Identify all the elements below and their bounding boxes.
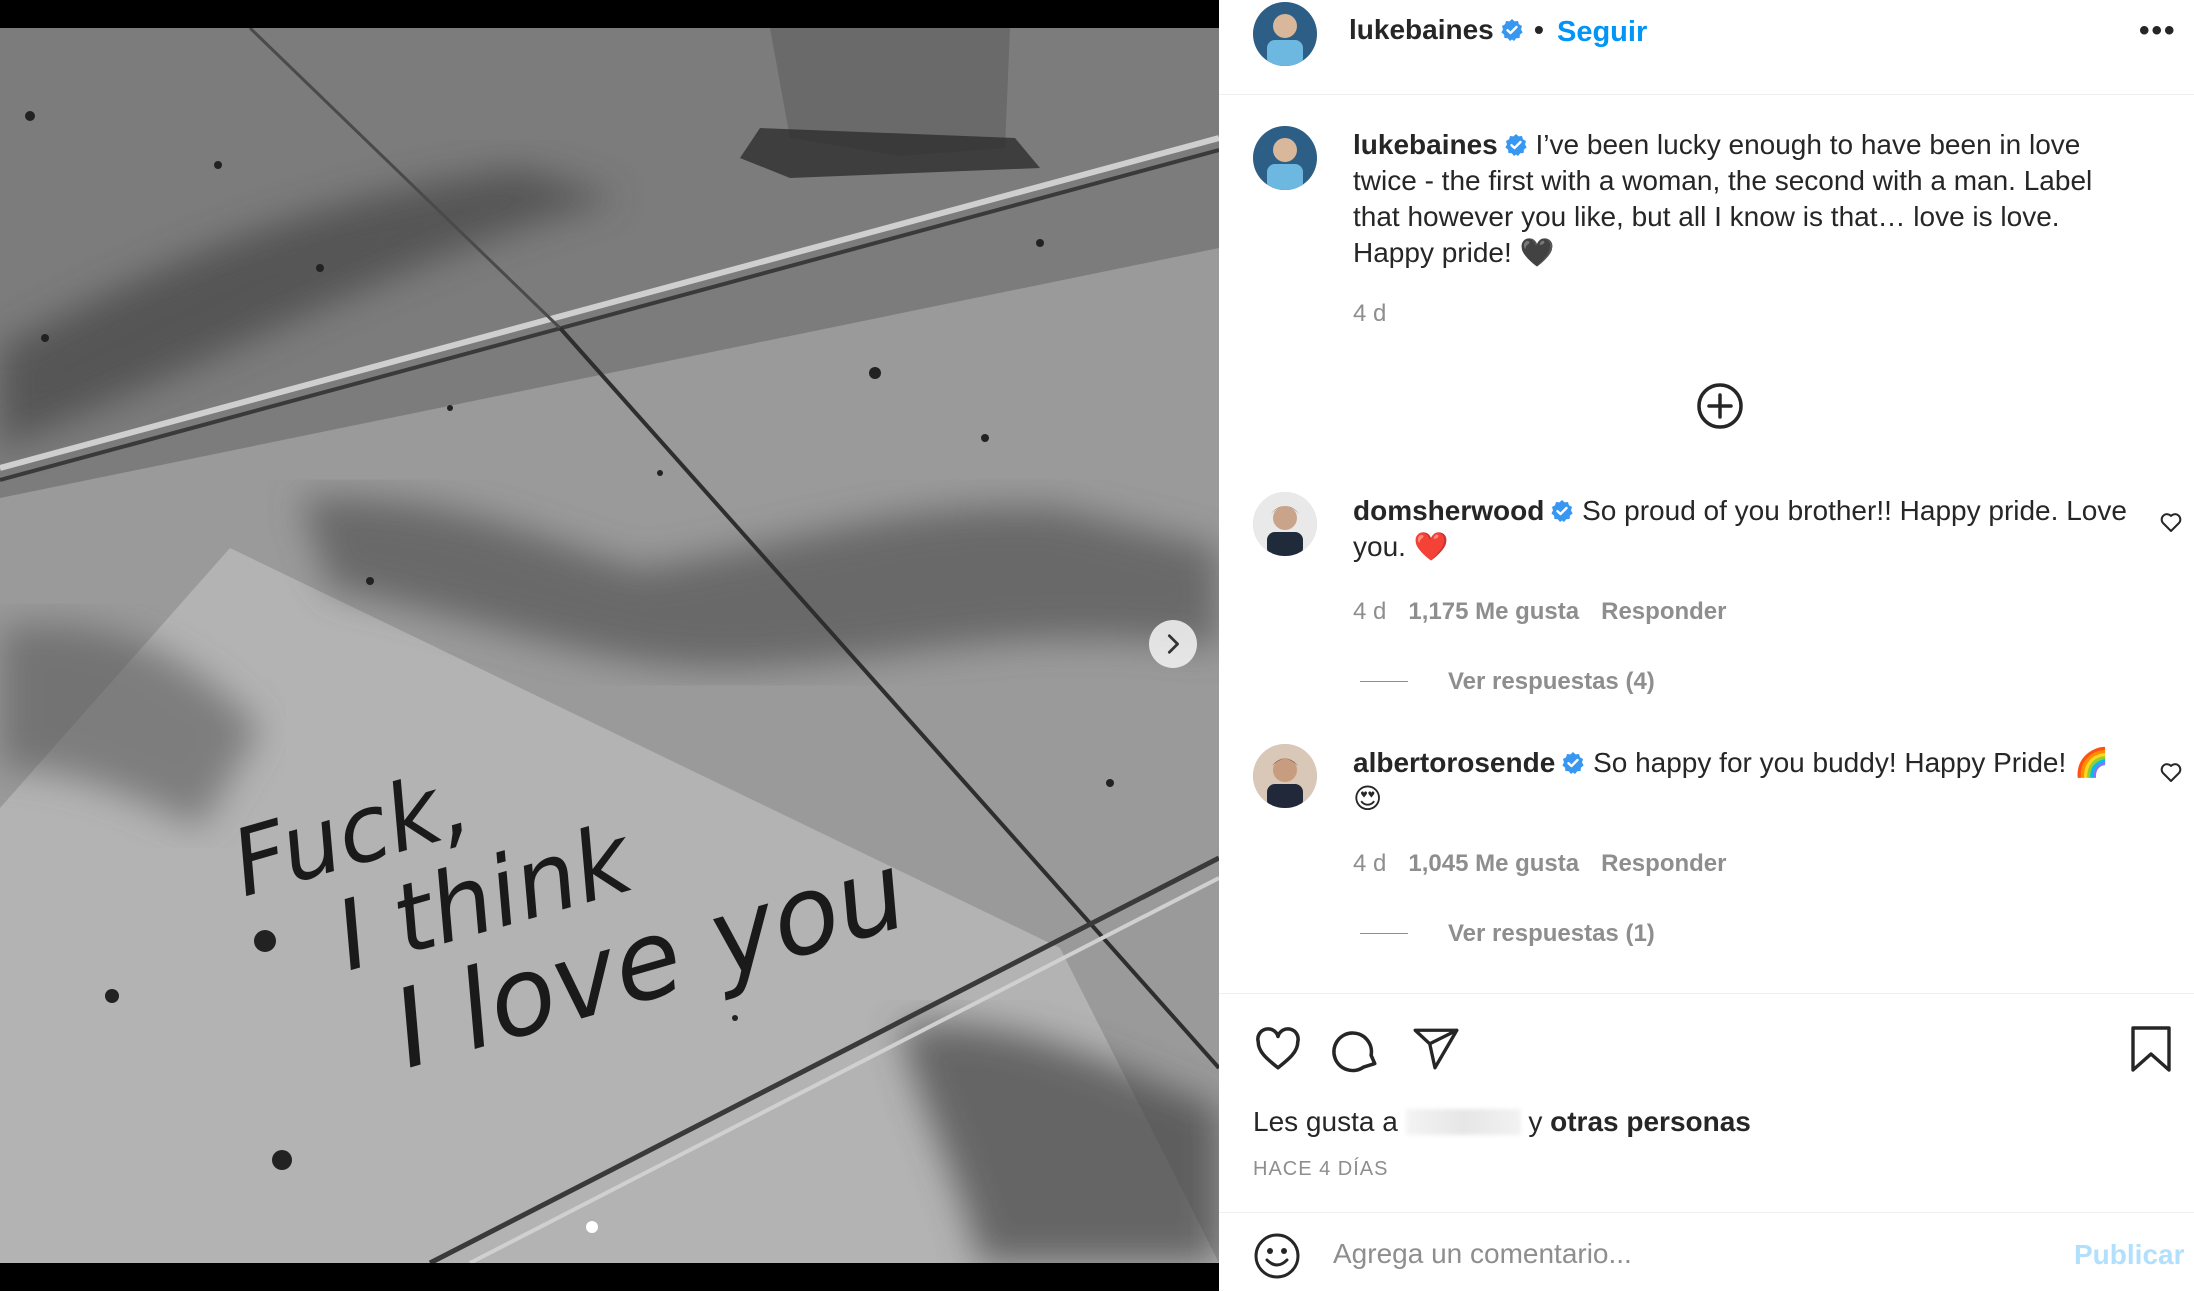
replies-divider	[1360, 933, 1408, 934]
verified-badge-icon	[1505, 134, 1527, 156]
author-avatar[interactable]	[1253, 2, 1317, 66]
comment-text: albertorosende So happy for you buddy! H…	[1353, 745, 2133, 817]
caption-text: lukebaines I’ve been lucky enough to hav…	[1353, 127, 2133, 271]
view-replies-label: Ver respuestas (4)	[1448, 668, 1655, 695]
emoji-button[interactable]	[1253, 1232, 1301, 1285]
heart-icon	[1256, 1027, 1300, 1070]
likes-conjunction: y	[1528, 1106, 1543, 1137]
likes-prefix: Les gusta a	[1253, 1106, 1398, 1137]
likes-summary: Les gusta a y otras personas	[1253, 1106, 1751, 1138]
heart-icon	[2160, 513, 2182, 532]
emoji-icon	[1254, 1233, 1300, 1279]
comment-meta: 4 d 1,175 Me gusta Responder	[1353, 598, 1748, 626]
carousel-dot-active	[586, 1221, 598, 1233]
publish-button[interactable]: Publicar	[2074, 1239, 2184, 1271]
share-button[interactable]	[1411, 1024, 1461, 1079]
post-media: Fuck, I think I love you	[0, 0, 1219, 1291]
view-replies-button[interactable]: Ver respuestas (1)	[1360, 920, 1655, 948]
comment-time[interactable]: 4 d	[1353, 850, 1386, 877]
chevron-right-icon	[1167, 634, 1179, 654]
comment-like-button[interactable]	[2159, 760, 2183, 789]
caption-username[interactable]: lukebaines	[1353, 129, 1498, 160]
caption-time[interactable]: 4 d	[1353, 300, 1386, 327]
comment-composer: Publicar	[1219, 1212, 2194, 1292]
heart-icon	[2160, 763, 2182, 782]
avatar-image	[1253, 126, 1317, 190]
view-replies-button[interactable]: Ver respuestas (4)	[1360, 668, 1655, 696]
header-separator: •	[1534, 14, 1544, 45]
likes-others-link[interactable]: otras personas	[1550, 1106, 1751, 1137]
comment-meta: 4 d 1,045 Me gusta Responder	[1353, 850, 1748, 878]
verified-badge-icon	[1562, 752, 1584, 774]
comment-likes[interactable]: 1,045 Me gusta	[1408, 850, 1579, 877]
commenter-avatar[interactable]	[1253, 492, 1317, 556]
comment-icon	[1332, 1031, 1377, 1073]
commenter-avatar[interactable]	[1253, 744, 1317, 808]
caption-meta: 4 d	[1353, 300, 1408, 328]
post-date[interactable]: HACE 4 DÍAS	[1253, 1158, 1388, 1181]
comment-button[interactable]	[1331, 1024, 1381, 1079]
comment-time[interactable]: 4 d	[1353, 598, 1386, 625]
add-circle-icon	[1697, 383, 1743, 429]
redacted-username	[1405, 1109, 1521, 1135]
like-button[interactable]	[1253, 1024, 1303, 1079]
more-options-button[interactable]: •••	[2139, 14, 2177, 48]
comment-username[interactable]: albertorosende	[1353, 747, 1555, 778]
verified-badge-icon	[1501, 19, 1523, 41]
post-header: lukebaines • Seguir •••	[1219, 0, 2194, 95]
share-icon	[1413, 1028, 1459, 1070]
view-replies-label: Ver respuestas (1)	[1448, 920, 1655, 947]
comment-input[interactable]	[1331, 1237, 2035, 1271]
comment-reply-button[interactable]: Responder	[1601, 850, 1726, 877]
save-button[interactable]	[2129, 1024, 2173, 1079]
comment-reply-button[interactable]: Responder	[1601, 598, 1726, 625]
load-more-comments-button[interactable]	[1695, 381, 1745, 436]
avatar-image	[1253, 744, 1317, 808]
comment-username[interactable]: domsherwood	[1353, 495, 1544, 526]
bookmark-icon	[2131, 1026, 2171, 1072]
post-details-panel: lukebaines • Seguir ••• lukebaines I’ve …	[1219, 0, 2194, 1291]
caption-author-avatar[interactable]	[1253, 126, 1317, 190]
sidewalk-handwriting: Fuck, I think I love you	[220, 749, 919, 1094]
comment-like-button[interactable]	[2159, 510, 2183, 539]
author-username[interactable]: lukebaines	[1349, 14, 1524, 46]
comment-text: domsherwood So proud of you brother!! Ha…	[1353, 493, 2133, 565]
avatar-image	[1253, 2, 1317, 66]
follow-button[interactable]: Seguir	[1557, 16, 1647, 49]
avatar-image	[1253, 492, 1317, 556]
author-username-text[interactable]: lukebaines	[1349, 14, 1494, 45]
replies-divider	[1360, 681, 1408, 682]
next-photo-button[interactable]	[1149, 620, 1197, 668]
verified-badge-icon	[1551, 500, 1573, 522]
comment-likes[interactable]: 1,175 Me gusta	[1408, 598, 1579, 625]
